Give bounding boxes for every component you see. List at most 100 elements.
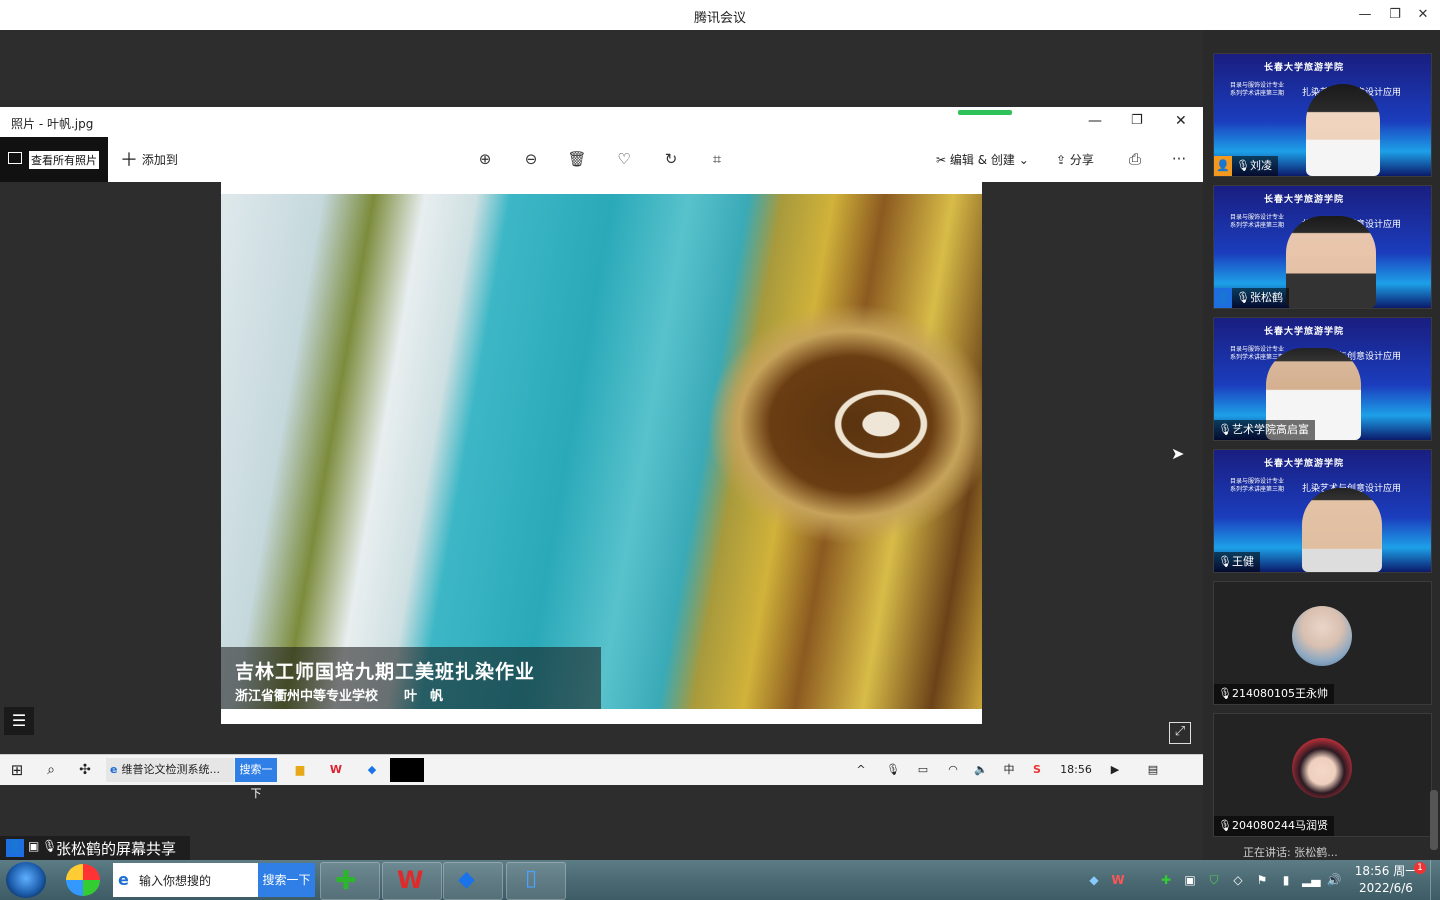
more-icon[interactable]: ··· [1168, 148, 1190, 170]
participant-name: 张松鹤 [1250, 291, 1283, 304]
pinwheel-icon[interactable]: ✣ [72, 758, 98, 782]
tray-plus-icon[interactable]: ✚ [1158, 872, 1174, 888]
restore-icon[interactable]: ❐ [1385, 5, 1405, 25]
add-to-label: 添加到 [141, 153, 178, 167]
tray-diamond-icon[interactable]: ◇ [1230, 872, 1246, 888]
taskbar-search-box[interactable]: e 输入你想搜的 [113, 863, 258, 897]
tray-wps-icon[interactable]: W [1110, 872, 1126, 888]
participant-name-bar: 🎙艺术学院高启富 [1214, 420, 1315, 440]
participant-tile[interactable]: 长春大学旅游学院 目录与服饰设计专业 系列学术讲座第三期 扎染艺术与创意设计应用… [1213, 185, 1432, 309]
taskbar-app[interactable]: ◆ [443, 862, 503, 900]
tray-window-icon[interactable]: ▣ [1182, 872, 1198, 888]
plus-icon: ＋ [120, 150, 138, 171]
participant-name: 王健 [1232, 555, 1254, 568]
taskbar-clock[interactable]: 18:56 周一 2022/6/6 [1350, 863, 1422, 897]
volume-icon[interactable]: 🔈 [970, 758, 992, 782]
inner-search-button[interactable]: 搜索一下 [235, 758, 277, 800]
photo-image: 吉林工师国培九期工美班扎染作业 浙江省衢州中等专业学校 叶 帆 [221, 182, 982, 724]
participant-tile[interactable]: 长春大学旅游学院 目录与服饰设计专业 系列学术讲座第三期 扎染艺术与创意设计应用… [1213, 317, 1432, 441]
tray-volume-icon[interactable]: 🔊 [1326, 872, 1342, 888]
fullscreen-icon[interactable]: ⤢ [1169, 722, 1191, 744]
browser-task[interactable]: e 维普论文检测系统... [106, 758, 234, 782]
tray-shield-icon[interactable]: ⛉ [1206, 872, 1222, 888]
banner-college: 长春大学旅游学院 [1264, 459, 1345, 469]
list-icon[interactable]: ☰ [4, 707, 34, 735]
tray-flag-icon[interactable]: ⚑ [1254, 872, 1270, 888]
wps-icon[interactable]: W [324, 758, 348, 782]
photos-minimize-icon[interactable]: — [1088, 113, 1102, 129]
participant-name: 艺术学院高启富 [1232, 423, 1309, 436]
microphone-icon[interactable]: 🎙 [882, 758, 904, 782]
participant-name-bar: 🎙204080244马润贤 [1214, 816, 1334, 836]
rotate-icon[interactable]: ↻ [660, 148, 682, 170]
banner-college: 长春大学旅游学院 [1264, 63, 1345, 73]
photos-restore-icon[interactable]: ❐ [1131, 113, 1143, 128]
tray-meeting-icon[interactable]: ◆ [1086, 872, 1102, 888]
tray-battery-icon[interactable]: ▮ [1278, 872, 1294, 888]
mouse-cursor-icon: ➤ [1171, 444, 1185, 463]
taskbar-app[interactable]: ▯ [506, 862, 566, 900]
ie-icon: e [118, 870, 129, 889]
participant-tile[interactable]: 长春大学旅游学院 目录与服饰设计专业 系列学术讲座第三期 扎染艺术与创意设计应用… [1213, 53, 1432, 177]
participant-tile[interactable]: 🎙204080244马润贤 [1213, 713, 1432, 837]
banner-series: 目录与服饰设计专业 系列学术讲座第三期 [1230, 478, 1285, 493]
participant-tile[interactable]: 长春大学旅游学院 目录与服饰设计专业 系列学术讲座第三期 扎染艺术与创意设计应用… [1213, 449, 1432, 573]
participant-name: 204080244马润贤 [1232, 819, 1328, 832]
phone-icon: ▯ [525, 866, 538, 891]
mic-icon: 🎙 [42, 839, 58, 853]
wifi-icon[interactable]: ◠ [942, 758, 964, 782]
mic-icon: 🎙 [1236, 291, 1250, 304]
taskbar-search-button[interactable]: 搜索一下 [258, 863, 315, 897]
zoom-out-icon[interactable]: ⊖ [520, 148, 542, 170]
folder-icon[interactable]: ▆ [288, 758, 312, 782]
ime-icon[interactable]: 中 [998, 758, 1020, 782]
zoom-in-icon[interactable]: ⊕ [474, 148, 496, 170]
share-button[interactable]: ⇪ 分享 [1056, 149, 1094, 171]
battery-icon[interactable]: ▭ [912, 758, 934, 782]
start-button[interactable] [6, 862, 46, 898]
speaking-indicator: 正在讲话: 张松鹤... [1203, 844, 1440, 860]
view-all-photos-button[interactable]: 查看所有照片 [0, 137, 108, 182]
participant-name-bar: 🎙王健 [1214, 552, 1260, 572]
taskbar-app[interactable]: W [382, 862, 442, 900]
participant-tile[interactable]: 🎙214080105王永帅 [1213, 581, 1432, 705]
user-icon: 👤 [6, 839, 24, 857]
show-desktop-button[interactable] [1430, 860, 1440, 900]
view-all-photos-label: 查看所有照片 [29, 151, 99, 169]
taskbar-search-input[interactable]: 输入你想搜的 [139, 872, 211, 889]
search-icon[interactable]: ⌕ [38, 758, 64, 782]
black-window-task[interactable] [390, 758, 424, 782]
presentation-icon[interactable]: ▶ [1104, 758, 1126, 782]
edit-create-button[interactable]: ✂ 编辑 & 创建 ⌄ [936, 149, 1029, 171]
favorite-icon[interactable]: ♡ [613, 148, 635, 170]
banner-college: 长春大学旅游学院 [1264, 195, 1345, 205]
add-to-button[interactable]: ＋ 添加到 [120, 149, 178, 171]
print-icon[interactable]: ⎙ [1124, 148, 1146, 170]
notification-icon[interactable]: ▤ [1142, 758, 1164, 782]
windows-start-icon[interactable]: ⊞ [4, 758, 30, 782]
caption-subtitle: 浙江省衢州中等专业学校 叶 帆 [235, 689, 444, 704]
taskbar-app[interactable]: ✚ [320, 862, 380, 900]
photos-close-icon[interactable]: ✕ [1175, 113, 1187, 129]
participant-name: 214080105王永帅 [1232, 687, 1328, 700]
avatar [1292, 738, 1352, 798]
participant-scrollbar[interactable] [1430, 790, 1438, 850]
share-label: 分享 [1069, 153, 1094, 167]
mic-muted-icon: 🎙 [1218, 687, 1232, 700]
sogou-icon[interactable]: S [1026, 758, 1048, 782]
chevron-down-icon: ⌄ [1018, 153, 1029, 167]
app-icon[interactable] [66, 864, 100, 896]
speaking-text: 正在讲话: 张松鹤... [1243, 846, 1338, 859]
system-taskbar: e 输入你想搜的 搜索一下 ✚ W ◆ ▯ ◆ W ✚ ▣ ⛉ ◇ ⚑ ▮ ▂▄… [0, 860, 1440, 900]
minimize-icon[interactable]: — [1355, 5, 1375, 25]
delete-icon[interactable]: 🗑 [566, 148, 588, 170]
chevron-up-icon[interactable]: ^ [850, 758, 872, 782]
tencent-meeting-icon[interactable]: ◆ [360, 758, 384, 782]
crop-icon[interactable]: ⌗ [706, 148, 728, 170]
close-icon[interactable]: ✕ [1413, 5, 1433, 25]
tie-dye-fabric-image [221, 194, 982, 709]
participant-video [1286, 216, 1376, 308]
avatar [1292, 606, 1352, 666]
tray-signal-icon[interactable]: ▂▄ [1302, 872, 1320, 888]
share-icon: ⇪ [1056, 153, 1067, 167]
